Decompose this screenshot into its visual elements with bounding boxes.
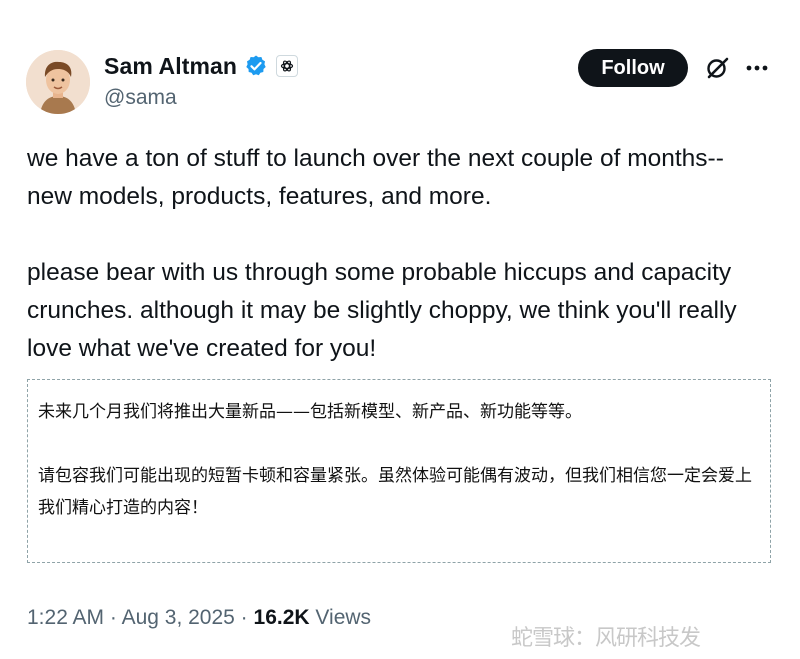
- avatar[interactable]: [26, 50, 90, 114]
- verified-badge-icon[interactable]: [244, 54, 268, 78]
- avatar-illustration: [26, 50, 90, 114]
- tweet-body: we have a ton of stuff to launch over th…: [27, 140, 767, 368]
- tweet-date[interactable]: Aug 3, 2025: [122, 606, 235, 629]
- name-row: Sam Altman: [104, 52, 299, 80]
- openai-logo-icon[interactable]: [276, 55, 299, 77]
- translation-box: 未来几个月我们将推出大量新品——包括新模型、新产品、新功能等等。 请包容我们可能…: [27, 379, 771, 563]
- author-handle[interactable]: @sama: [104, 86, 177, 110]
- meta-separator: ·: [234, 606, 254, 629]
- tweet-header: Sam Altman @sama Follow: [26, 46, 776, 116]
- views-count[interactable]: 16.2K: [254, 606, 310, 629]
- tweet-time[interactable]: 1:22 AM: [27, 606, 104, 629]
- tweet-meta: 1:22 AM · Aug 3, 2025 · 16.2K Views: [27, 606, 371, 630]
- translation-paragraph: 请包容我们可能出现的短暂卡顿和容量紧张。虽然体验可能偶有波动，但我们相信您一定会…: [38, 466, 752, 518]
- meta-separator: ·: [104, 606, 122, 629]
- views-label: Views: [315, 606, 372, 629]
- more-dots-icon[interactable]: [744, 58, 770, 78]
- author-name[interactable]: Sam Altman: [104, 53, 237, 80]
- follow-button[interactable]: Follow: [578, 49, 688, 87]
- watermark: 蛇雪球：风研科技发: [511, 626, 701, 651]
- translation-paragraph: 未来几个月我们将推出大量新品——包括新模型、新产品、新功能等等。: [38, 402, 582, 422]
- tweet-paragraph: we have a ton of stuff to launch over th…: [27, 145, 724, 210]
- grok-slash-icon[interactable]: [704, 55, 730, 81]
- tweet-paragraph: please bear with us through some probabl…: [27, 259, 737, 362]
